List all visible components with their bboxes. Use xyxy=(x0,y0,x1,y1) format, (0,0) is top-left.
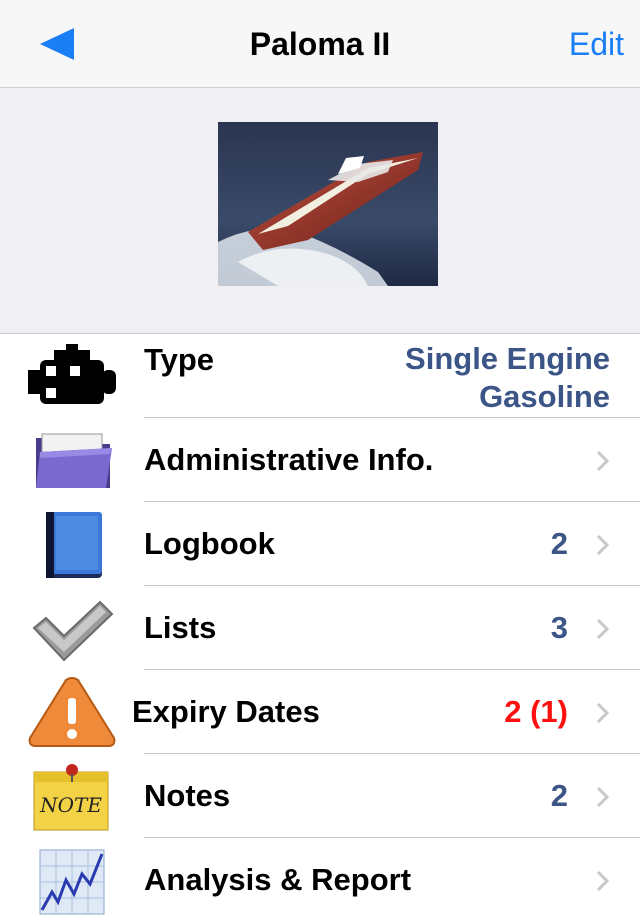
navigation-bar: Paloma II Edit xyxy=(0,0,640,88)
chevron-right-icon xyxy=(596,702,610,724)
logbook-count: 2 xyxy=(550,526,568,561)
type-value-line2: Gasoline xyxy=(479,379,610,414)
back-arrow-icon xyxy=(40,28,74,60)
notes-row[interactable]: NOTE Notes 2 xyxy=(0,754,640,838)
notes-count: 2 xyxy=(550,778,568,813)
type-row[interactable]: Type Single Engine Gasoline xyxy=(0,334,640,418)
administrative-info-label: Administrative Info. xyxy=(144,442,434,477)
analysis-report-row[interactable]: Analysis & Report xyxy=(0,838,640,920)
warning-icon xyxy=(28,677,116,747)
logbook-row[interactable]: Logbook 2 xyxy=(0,502,640,586)
chevron-right-icon xyxy=(596,534,610,556)
expiry-dates-row[interactable]: Expiry Dates 2 (1) xyxy=(0,670,640,754)
book-icon xyxy=(46,512,102,578)
expiry-dates-count: 2 (1) xyxy=(504,694,568,729)
folder-icon xyxy=(36,433,112,488)
administrative-info-row[interactable]: Administrative Info. xyxy=(0,418,640,502)
back-button[interactable] xyxy=(36,24,76,64)
analysis-report-label: Analysis & Report xyxy=(144,862,412,897)
lists-count: 3 xyxy=(550,610,568,645)
logbook-label: Logbook xyxy=(144,526,275,561)
svg-text:NOTE: NOTE xyxy=(39,793,102,817)
page-title: Paloma II xyxy=(249,26,391,62)
chevron-right-icon xyxy=(596,786,610,808)
type-label: Type xyxy=(144,342,215,377)
note-icon: NOTE xyxy=(33,764,109,831)
notes-label: Notes xyxy=(144,778,231,813)
chevron-right-icon xyxy=(596,870,610,892)
boat-photo[interactable] xyxy=(218,122,438,286)
checkmark-icon xyxy=(32,600,114,662)
expiry-dates-label: Expiry Dates xyxy=(132,694,320,729)
boat-header xyxy=(0,88,640,334)
type-value-line1: Single Engine xyxy=(405,341,610,376)
chevron-right-icon xyxy=(596,618,610,640)
lists-row[interactable]: Lists 3 xyxy=(0,586,640,670)
chart-icon xyxy=(39,849,105,915)
edit-button[interactable]: Edit xyxy=(569,26,624,63)
lists-label: Lists xyxy=(144,610,217,645)
engine-icon xyxy=(28,344,116,404)
type-value: Single Engine Gasoline xyxy=(405,340,610,416)
chevron-right-icon xyxy=(596,450,610,472)
